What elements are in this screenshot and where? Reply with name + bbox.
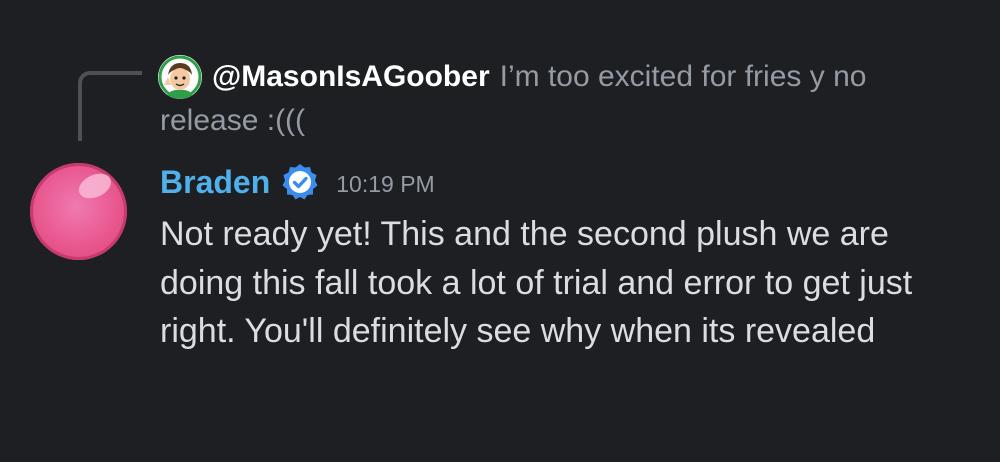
reply-author-name[interactable]: @MasonIsAGoober bbox=[212, 60, 490, 93]
message-content: Not ready yet! This and the second plush… bbox=[160, 215, 913, 350]
author-name[interactable]: Braden bbox=[160, 160, 270, 204]
reply-connector-line bbox=[78, 71, 142, 141]
author-avatar[interactable] bbox=[30, 163, 127, 260]
reply-preview[interactable]: @MasonIsAGoober I’m too excited for fries… bbox=[160, 55, 960, 143]
message-header: Braden 10:19 PM bbox=[160, 160, 435, 204]
avatar-highlight bbox=[74, 168, 116, 204]
message-timestamp[interactable]: 10:19 PM bbox=[336, 171, 434, 198]
verified-check-badge-icon bbox=[280, 162, 320, 202]
